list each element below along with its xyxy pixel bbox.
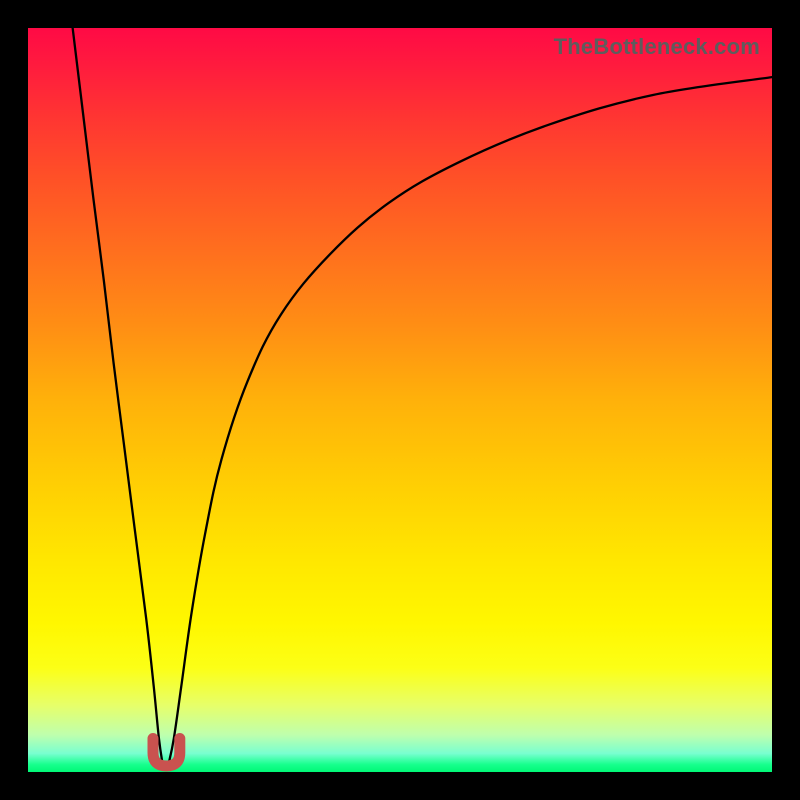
plot-area: TheBottleneck.com	[28, 28, 772, 772]
watermark-text: TheBottleneck.com	[554, 34, 760, 60]
dip-marker	[28, 28, 772, 772]
chart-frame: TheBottleneck.com	[0, 0, 800, 800]
